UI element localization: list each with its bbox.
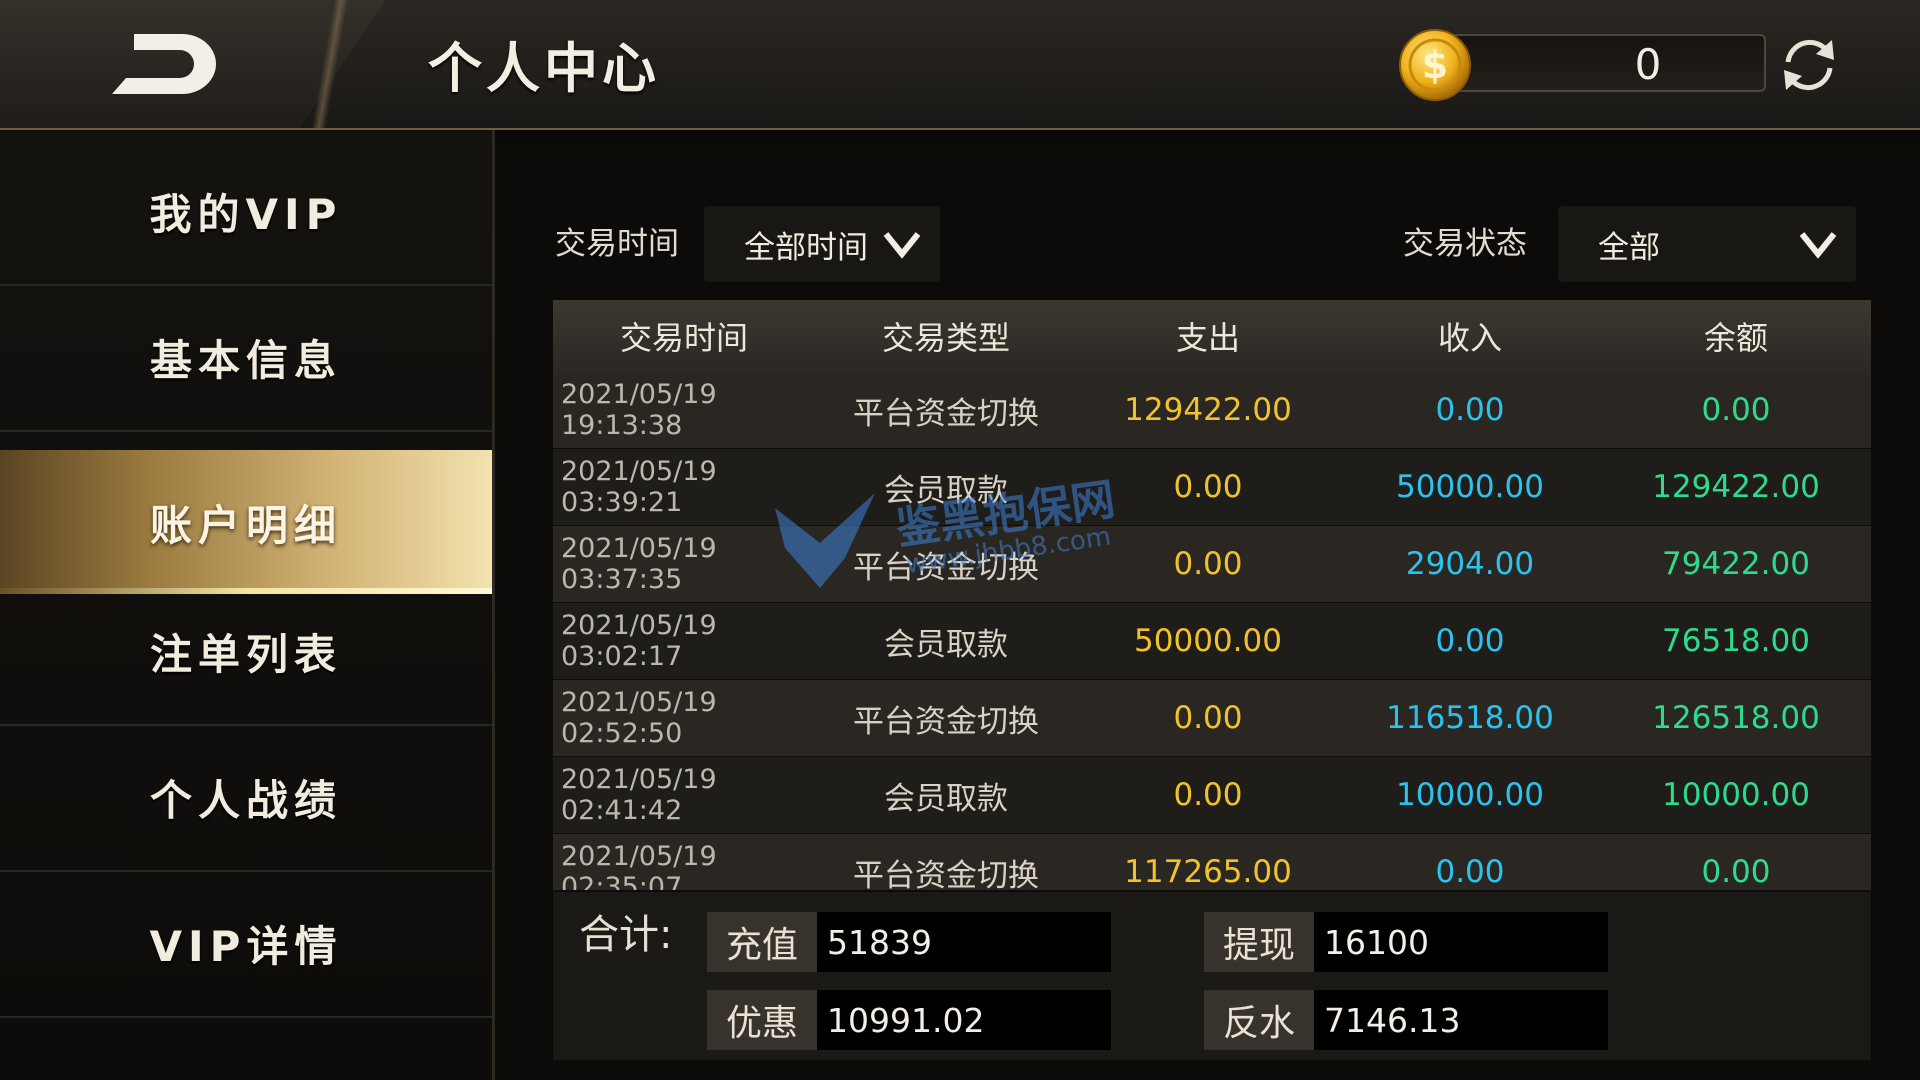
sidebar-item-basic-info[interactable]: 基本信息	[0, 284, 492, 432]
cell-income: 0.00	[1435, 854, 1505, 890]
rebate-total: 反水 7146.13	[1204, 990, 1608, 1050]
top-bar: 个人中心 0 $	[0, 0, 1920, 130]
back-button[interactable]	[112, 28, 222, 100]
rebate-label: 反水	[1204, 990, 1314, 1050]
table-row: 2021/05/19 02:41:42 会员取款 0.00 10000.00 1…	[553, 757, 1871, 834]
cell-time: 2021/05/19 02:52:50	[561, 687, 717, 749]
bonus-value: 10991.02	[817, 990, 1111, 1050]
cell-type: 会员取款	[884, 472, 1008, 509]
totals-panel: 合计: 充值 51839 提现 16100 优惠 10991.02 反水 714…	[553, 892, 1871, 1060]
bonus-label: 优惠	[707, 990, 817, 1050]
cell-type: 平台资金切换	[853, 395, 1039, 432]
cell-balance: 0.00	[1701, 854, 1771, 890]
cell-type: 平台资金切换	[853, 549, 1039, 586]
cell-time: 2021/05/19 02:41:42	[561, 764, 717, 826]
bonus-total: 优惠 10991.02	[707, 990, 1111, 1050]
table-row: 2021/05/19 03:37:35 平台资金切换 0.00 2904.00 …	[553, 526, 1871, 603]
status-filter-label: 交易状态	[1403, 226, 1527, 262]
table-row: 2021/05/19 03:39:21 会员取款 0.00 50000.00 1…	[553, 449, 1871, 526]
balance-display: 0	[1450, 34, 1766, 92]
recharge-total: 充值 51839	[707, 912, 1111, 972]
header-balance: 余额	[1703, 319, 1768, 357]
withdraw-total: 提现 16100	[1204, 912, 1608, 972]
sidebar: 我的VIP 基本信息 账户明细 注单列表 个人战绩 VIP详情	[0, 130, 495, 1080]
header-expense: 支出	[1175, 319, 1240, 357]
time-filter-dropdown[interactable]: 全部时间	[704, 206, 940, 282]
time-filter-value: 全部时间	[744, 229, 868, 266]
withdraw-label: 提现	[1204, 912, 1314, 972]
status-filter-dropdown[interactable]: 全部	[1558, 206, 1856, 282]
header-income: 收入	[1437, 319, 1502, 357]
back-arrow-icon	[112, 34, 216, 94]
cell-time: 2021/05/19 19:13:38	[561, 379, 717, 441]
cell-balance: 79422.00	[1662, 546, 1810, 582]
cell-income: 2904.00	[1405, 546, 1535, 582]
page-title: 个人中心	[428, 37, 660, 100]
cell-income: 50000.00	[1396, 469, 1544, 505]
cell-balance: 126518.00	[1652, 700, 1820, 736]
transactions-table: 交易时间 交易类型 支出 收入 余额 2021/05/19 19:13:38 平…	[553, 300, 1871, 890]
table-row: 2021/05/19 02:35:07 平台资金切换 117265.00 0.0…	[553, 834, 1871, 890]
cell-expense: 50000.00	[1134, 623, 1282, 659]
cell-time: 2021/05/19 03:39:21	[561, 456, 717, 518]
cell-income: 0.00	[1435, 392, 1505, 428]
cell-time: 2021/05/19 03:02:17	[561, 610, 717, 672]
cell-expense: 0.00	[1173, 546, 1243, 582]
recharge-label: 充值	[707, 912, 817, 972]
table-row: 2021/05/19 03:02:17 会员取款 50000.00 0.00 7…	[553, 603, 1871, 680]
cell-type: 平台资金切换	[853, 857, 1039, 891]
table-row: 2021/05/19 02:52:50 平台资金切换 0.00 116518.0…	[553, 680, 1871, 757]
sidebar-item-bet-list[interactable]: 注单列表	[0, 578, 492, 726]
header-time: 交易时间	[619, 319, 748, 357]
cell-income: 10000.00	[1396, 777, 1544, 813]
table-header: 交易时间 交易类型 支出 收入 余额	[553, 300, 1871, 372]
cell-balance: 0.00	[1701, 392, 1771, 428]
table-row: 2021/05/19 19:13:38 平台资金切换 129422.00 0.0…	[553, 372, 1871, 449]
cell-time: 2021/05/19 03:37:35	[561, 533, 717, 595]
cell-expense: 0.00	[1173, 777, 1243, 813]
svg-text:$: $	[1422, 43, 1448, 87]
cell-income: 116518.00	[1386, 700, 1554, 736]
chevron-down-icon	[1799, 232, 1837, 259]
cell-type: 平台资金切换	[853, 703, 1039, 740]
cell-type: 会员取款	[884, 626, 1008, 663]
rebate-value: 7146.13	[1314, 990, 1608, 1050]
chevron-down-icon	[883, 232, 921, 259]
totals-label: 合计:	[579, 912, 673, 958]
sidebar-item-my-vip[interactable]: 我的VIP	[0, 138, 492, 286]
cell-balance: 10000.00	[1662, 777, 1810, 813]
cell-type: 会员取款	[884, 780, 1008, 817]
cell-expense: 117265.00	[1124, 854, 1292, 890]
refresh-icon[interactable]	[1776, 32, 1842, 98]
recharge-value: 51839	[817, 912, 1111, 972]
withdraw-value: 16100	[1314, 912, 1608, 972]
cell-expense: 0.00	[1173, 700, 1243, 736]
cell-time: 2021/05/19 02:35:07	[561, 841, 717, 890]
status-filter-value: 全部	[1598, 229, 1660, 266]
header-type: 交易类型	[881, 319, 1010, 357]
sidebar-item-personal-record[interactable]: 个人战绩	[0, 724, 492, 872]
sidebar-item-account-details[interactable]: 账户明细	[0, 450, 492, 594]
cell-balance: 129422.00	[1652, 469, 1820, 505]
cell-balance: 76518.00	[1662, 623, 1810, 659]
gold-coin-icon: $	[1399, 29, 1471, 101]
cell-expense: 129422.00	[1124, 392, 1292, 428]
sidebar-item-vip-details[interactable]: VIP详情	[0, 870, 492, 1018]
cell-expense: 0.00	[1173, 469, 1243, 505]
cell-income: 0.00	[1435, 623, 1505, 659]
time-filter-label: 交易时间	[555, 226, 679, 262]
